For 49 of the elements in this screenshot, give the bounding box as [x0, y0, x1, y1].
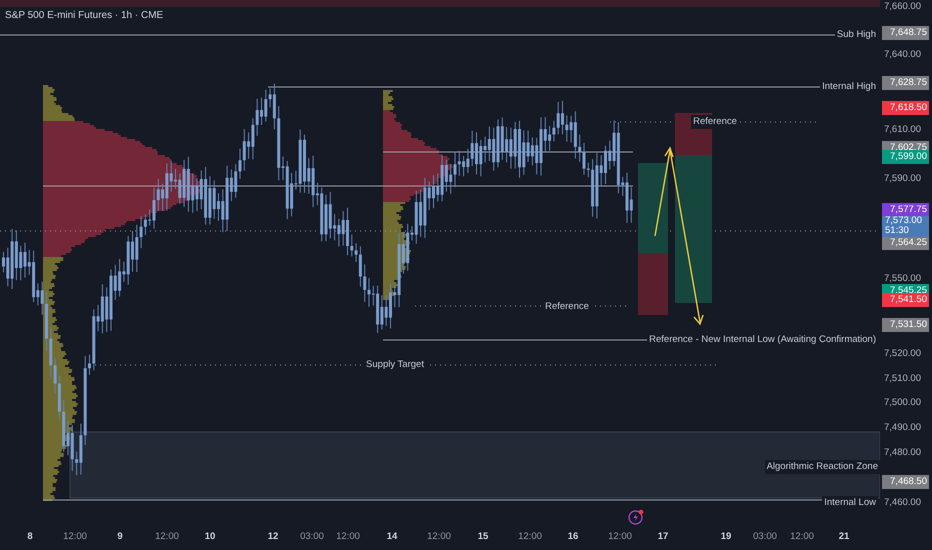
chart-title: S&P 500 E-mini Futures · 1h · CME [5, 10, 164, 21]
price-tick: 7,520.00 [884, 346, 921, 361]
time-label: 21 [838, 531, 850, 542]
time-label: 12:00 [790, 531, 814, 542]
time-label: 12:00 [427, 531, 451, 542]
price-badge: 7,468.50 [882, 474, 929, 489]
time-label: 12 [268, 531, 278, 542]
time-label: 12:00 [336, 531, 360, 542]
price-badge: 7,628.75 [882, 76, 929, 90]
price-tick: 7,460.00 [884, 496, 921, 510]
price-tick: 7,480.00 [884, 446, 921, 460]
price-tick: 7,640.00 [884, 48, 921, 62]
price-tick: 7,550.00 [884, 272, 921, 286]
price-tick: 7,660.00 [884, 0, 921, 14]
chart-annotation: Reference [691, 115, 739, 129]
time-label: 15 [478, 531, 488, 542]
price-badge: 7,648.75 [882, 26, 929, 40]
price-tick: 7,610.00 [884, 122, 921, 136]
chart-annotation: Supply Target [364, 358, 426, 372]
countdown-timer: 51:30 [885, 226, 909, 237]
time-label: 9 [117, 531, 123, 542]
time-label: 03:00 [300, 531, 324, 542]
chart-annotation: Internal High [820, 80, 878, 94]
price-tick: 7,590.00 [884, 172, 921, 186]
price-badge: 7,599.00 [882, 150, 929, 164]
price-badge: 7,577.75 [882, 202, 929, 217]
price-badge: 7,541.50 [882, 293, 929, 308]
time-label: 12:00 [608, 531, 632, 542]
time-label: 03:00 [753, 531, 777, 542]
time-label: 12:00 [155, 531, 179, 542]
time-label: 19 [720, 531, 732, 542]
price-tick: 7,500.00 [884, 396, 921, 410]
price-badge: 7,531.50 [882, 318, 929, 332]
time-label: 12:00 [63, 531, 87, 542]
price-tick: 7,510.00 [884, 372, 921, 386]
price-badge: 7,618.50 [882, 101, 929, 116]
time-label: 14 [386, 531, 398, 542]
time-label: 17 [658, 531, 668, 542]
time-label: 10 [204, 531, 216, 542]
time-label: 8 [27, 531, 33, 542]
time-label: 12:00 [518, 531, 542, 542]
lightning-icon[interactable] [628, 509, 644, 525]
price-tick: 7,490.00 [884, 421, 921, 436]
chart-annotation: Sub High [834, 28, 878, 42]
price-value: 7,573.00 [885, 216, 922, 226]
time-label: 16 [568, 531, 578, 542]
price-badge: 7,564.25 [882, 236, 929, 250]
chart-annotation: Algorithmic Reaction Zone [764, 460, 880, 474]
chart-annotation: Reference - New Internal Low (Awaiting Confirmation) [647, 333, 878, 347]
